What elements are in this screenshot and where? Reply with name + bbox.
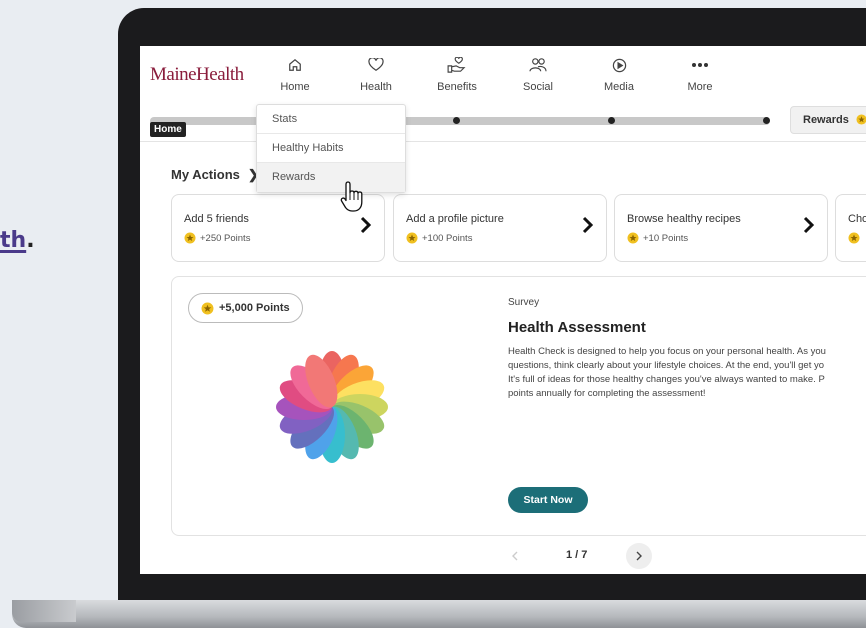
background-tagline: th. bbox=[0, 228, 35, 253]
action-card[interactable]: Browse healthy recipes +10 Points bbox=[614, 194, 828, 262]
hand-cursor-icon bbox=[340, 181, 363, 212]
people-icon bbox=[529, 58, 547, 72]
chevron-left-icon bbox=[512, 551, 518, 561]
hand-heart-icon bbox=[447, 57, 466, 73]
next-page-button[interactable] bbox=[626, 543, 652, 569]
prev-page-button[interactable] bbox=[502, 543, 528, 569]
my-actions-heading[interactable]: My Actions ❯ bbox=[171, 167, 259, 183]
rewards-button[interactable]: Rewards bbox=[790, 106, 866, 134]
nav-benefits[interactable]: Benefits bbox=[422, 54, 492, 93]
laptop-base-edge bbox=[12, 600, 76, 622]
logo[interactable]: MaineHealth bbox=[150, 64, 244, 86]
header: MaineHealth Home Health Benefits Social … bbox=[140, 46, 866, 142]
nav-health[interactable]: Health bbox=[341, 54, 411, 93]
more-dots-icon bbox=[692, 63, 708, 67]
progress-track bbox=[150, 117, 770, 125]
survey-description: Health Check is designed to help you foc… bbox=[508, 346, 826, 399]
nav-media[interactable]: Media bbox=[584, 54, 654, 93]
nav-home[interactable]: Home bbox=[260, 54, 330, 93]
chevron-right-icon bbox=[360, 216, 372, 234]
star-coin-icon bbox=[184, 232, 196, 244]
play-icon bbox=[612, 58, 626, 72]
app-screen: MaineHealth Home Health Benefits Social … bbox=[140, 46, 866, 574]
progress-dot bbox=[763, 117, 770, 124]
survey-category: Survey bbox=[508, 297, 540, 308]
page-indicator: 1 / 7 bbox=[566, 549, 588, 561]
laptop-base bbox=[12, 600, 866, 628]
nav-social[interactable]: Social bbox=[503, 54, 573, 93]
home-dropdown-menu: Stats Healthy Habits Rewards bbox=[256, 104, 406, 193]
star-coin-icon bbox=[406, 232, 418, 244]
progress-dot bbox=[608, 117, 615, 124]
star-coin-icon bbox=[627, 232, 639, 244]
action-card[interactable]: Cho bbox=[835, 194, 866, 262]
survey-title: Health Assessment bbox=[508, 319, 646, 336]
points-badge: +5,000 Points bbox=[188, 293, 303, 323]
menu-item-stats[interactable]: Stats bbox=[257, 105, 405, 134]
progress-dot bbox=[453, 117, 460, 124]
heart-icon bbox=[368, 58, 384, 71]
menu-item-rewards[interactable]: Rewards bbox=[257, 163, 405, 192]
star-coin-icon bbox=[201, 302, 214, 314]
chevron-right-icon bbox=[636, 551, 642, 561]
color-wheel-flower-image bbox=[276, 351, 388, 463]
star-coin-icon bbox=[848, 232, 860, 244]
star-coin-icon bbox=[856, 114, 866, 128]
start-now-button[interactable]: Start Now bbox=[508, 487, 588, 513]
progress-current-chip: Home bbox=[150, 122, 186, 137]
chevron-right-icon bbox=[803, 216, 815, 234]
menu-item-healthy-habits[interactable]: Healthy Habits bbox=[257, 134, 405, 163]
home-icon bbox=[289, 58, 301, 71]
action-card[interactable]: Add a profile picture +100 Points bbox=[393, 194, 607, 262]
featured-survey-card: +5,000 Points Survey Health Assessment H… bbox=[171, 276, 866, 536]
chevron-right-icon bbox=[582, 216, 594, 234]
nav-more[interactable]: More bbox=[665, 54, 735, 93]
